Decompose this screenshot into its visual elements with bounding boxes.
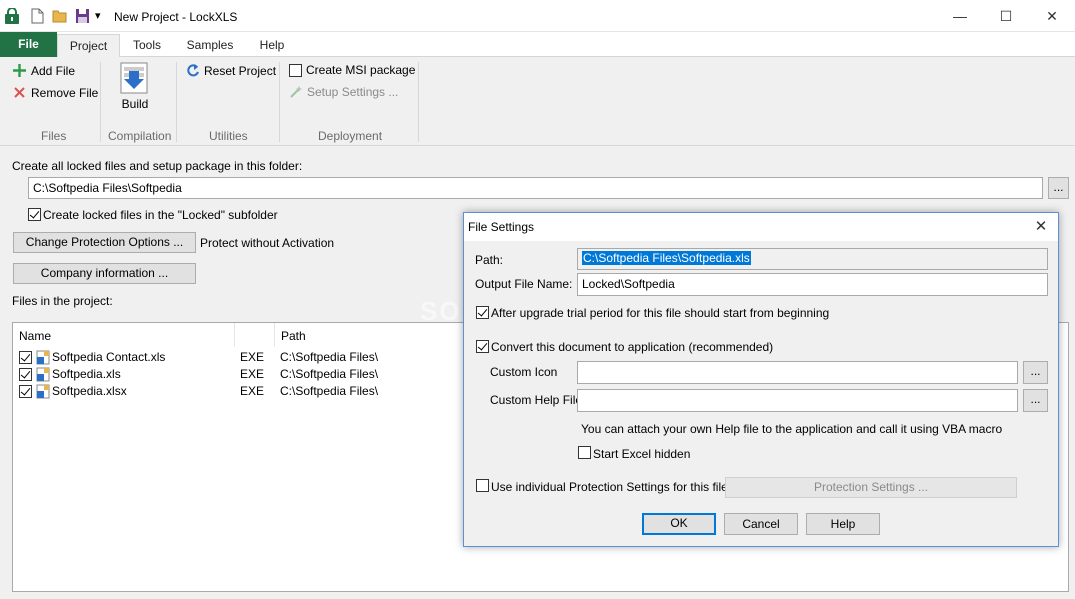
row-checkbox[interactable] <box>19 385 32 398</box>
window-title: New Project - LockXLS <box>114 10 238 24</box>
trial-restart-label: After upgrade trial period for this file… <box>491 306 830 320</box>
custom-icon-input[interactable] <box>577 361 1018 384</box>
row-checkbox[interactable] <box>19 368 32 381</box>
tab-help[interactable]: Help <box>250 34 294 57</box>
file-settings-dialog: File Settings ✕ Path: C:\Softpedia Files… <box>463 212 1059 547</box>
tab-file[interactable]: File <box>0 32 57 57</box>
excel-file-icon <box>36 367 50 382</box>
row-checkbox[interactable] <box>19 351 32 364</box>
close-button[interactable]: ✕ <box>1029 0 1075 32</box>
column-type[interactable] <box>235 323 275 347</box>
maximize-button[interactable]: ☐ <box>983 0 1029 32</box>
folder-label: Create all locked files and setup packag… <box>12 159 303 173</box>
new-file-icon[interactable] <box>31 8 44 24</box>
tab-samples[interactable]: Samples <box>178 34 242 57</box>
folder-input[interactable]: C:\Softpedia Files\Softpedia <box>28 177 1043 199</box>
ribbon-tabs: File Project Tools Samples Help <box>0 32 1075 58</box>
setup-settings-button[interactable]: Setup Settings ... <box>289 85 398 99</box>
remove-file-label: Remove File <box>31 85 99 100</box>
group-label-files: Files <box>41 129 67 143</box>
start-hidden-checkbox[interactable] <box>578 446 591 459</box>
protection-settings-button[interactable]: Protection Settings ... <box>725 477 1017 498</box>
excel-file-icon <box>36 384 50 399</box>
browse-folder-button[interactable]: ... <box>1048 177 1069 199</box>
output-name-label: Output File Name: <box>475 277 573 291</box>
trial-restart-checkbox[interactable] <box>476 306 489 319</box>
file-path: C:\Softpedia Files\ <box>280 350 379 364</box>
cancel-button[interactable]: Cancel <box>724 513 798 535</box>
path-field: C:\Softpedia Files\Softpedia.xls <box>577 248 1048 270</box>
file-name: Softpedia.xls <box>52 367 121 381</box>
ok-button[interactable]: OK <box>642 513 716 535</box>
custom-help-input[interactable] <box>577 389 1018 412</box>
custom-icon-label: Custom Icon <box>490 365 558 379</box>
setup-settings-label: Setup Settings ... <box>307 85 399 99</box>
lock-app-icon <box>5 8 19 24</box>
help-button[interactable]: Help <box>806 513 880 535</box>
wand-icon <box>290 86 302 98</box>
custom-help-label: Custom Help File <box>490 393 583 407</box>
refresh-icon <box>187 64 199 77</box>
create-msi-check[interactable] <box>289 63 302 77</box>
path-value: C:\Softpedia Files\Softpedia.xls <box>582 251 751 265</box>
file-path: C:\Softpedia Files\ <box>280 384 379 398</box>
create-msi-label: Create MSI package <box>306 63 416 77</box>
ribbon-divider <box>279 62 280 142</box>
output-name-input[interactable]: Locked\Softpedia <box>577 273 1048 296</box>
reset-project-button[interactable]: Reset Project <box>186 63 276 78</box>
minimize-button[interactable]: — <box>937 0 983 32</box>
dialog-close-button[interactable]: ✕ <box>1024 213 1058 241</box>
convert-label: Convert this document to application (re… <box>491 340 774 354</box>
ribbon-divider <box>418 62 419 142</box>
file-type: EXE <box>240 350 265 364</box>
files-label: Files in the project: <box>12 294 113 308</box>
column-path[interactable]: Path <box>275 323 475 347</box>
browse-icon-button[interactable]: ... <box>1023 361 1048 384</box>
file-path: C:\Softpedia Files\ <box>280 367 379 381</box>
ribbon: Add File Remove File Files Build Compila… <box>0 57 1075 146</box>
file-type: EXE <box>240 367 265 381</box>
build-button[interactable]: Build <box>118 61 152 111</box>
quick-access-dropdown[interactable]: ▾ <box>95 9 101 22</box>
build-label: Build <box>121 97 149 111</box>
build-icon <box>120 62 148 94</box>
browse-help-button[interactable]: ... <box>1023 389 1048 412</box>
group-label-deployment: Deployment <box>318 129 383 143</box>
dialog-title-bar: File Settings ✕ <box>464 213 1058 241</box>
dialog-title: File Settings <box>468 220 535 234</box>
convert-checkbox[interactable] <box>476 340 489 353</box>
group-label-utilities: Utilities <box>209 129 248 143</box>
save-icon[interactable] <box>75 8 90 24</box>
path-label: Path: <box>475 253 504 267</box>
file-name: Softpedia.xlsx <box>52 384 127 398</box>
add-file-label: Add File <box>31 63 76 78</box>
start-hidden-label: Start Excel hidden <box>593 447 691 461</box>
locked-subfolder-label: Create locked files in the "Locked" subf… <box>43 208 278 222</box>
ribbon-divider <box>176 62 177 142</box>
file-type: EXE <box>240 384 265 398</box>
change-protection-button[interactable]: Change Protection Options ... <box>13 232 196 253</box>
group-label-compilation: Compilation <box>108 129 172 143</box>
tab-project[interactable]: Project <box>57 34 120 58</box>
open-folder-icon[interactable] <box>52 8 68 24</box>
help-note: You can attach your own Help file to the… <box>581 422 1003 436</box>
individual-settings-label: Use individual Protection Settings for t… <box>491 480 728 494</box>
reset-project-label: Reset Project <box>204 63 277 78</box>
tab-tools[interactable]: Tools <box>122 34 172 57</box>
create-msi-checkbox[interactable]: Create MSI package <box>289 63 415 77</box>
locked-subfolder-checkbox[interactable] <box>28 208 41 221</box>
plus-icon <box>13 64 26 77</box>
remove-x-icon <box>14 87 25 98</box>
protection-status: Protect without Activation <box>200 236 335 250</box>
add-file-button[interactable]: Add File <box>12 63 75 78</box>
individual-settings-checkbox[interactable] <box>476 479 489 492</box>
excel-file-icon <box>36 350 50 365</box>
remove-file-button[interactable]: Remove File <box>12 85 98 100</box>
column-name[interactable]: Name <box>13 323 235 347</box>
title-bar: ▾ New Project - LockXLS — ☐ ✕ <box>0 0 1075 32</box>
file-name: Softpedia Contact.xls <box>52 350 166 364</box>
ribbon-divider <box>100 62 101 142</box>
company-info-button[interactable]: Company information ... <box>13 263 196 284</box>
